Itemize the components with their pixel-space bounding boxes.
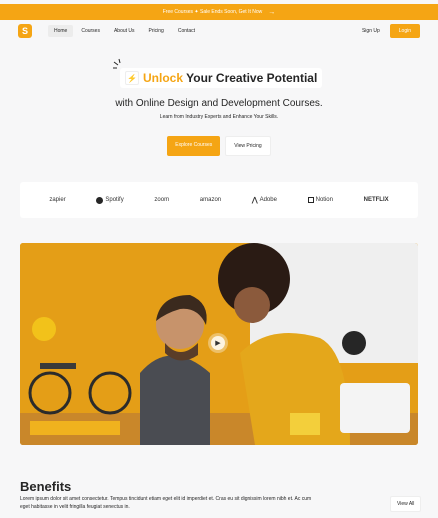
headline-text: Unlock Your Creative Potential (143, 71, 317, 85)
play-icon: ▶ (211, 336, 225, 350)
logo-glyph: S (21, 26, 28, 36)
adobe-icon: ⋀ (251, 197, 258, 204)
lightning-bolt-icon: ⚡ (125, 71, 139, 85)
hero-headline: ⚡ Unlock Your Creative Potential (120, 68, 323, 88)
brand-netflix: NETFLIX (364, 197, 389, 203)
nav-link-courses[interactable]: Courses (75, 25, 106, 37)
notion-icon (307, 197, 314, 203)
nav-link-contact[interactable]: Contact (172, 25, 201, 37)
brand-spotify: Spotify (96, 196, 124, 204)
headline-accent: Unlock (143, 71, 184, 85)
brand-spotify-label: Spotify (105, 197, 124, 203)
brand-adobe: ⋀ Adobe (252, 196, 277, 204)
play-button[interactable]: ▶ (208, 333, 228, 353)
nav-links: Home Courses About Us Pricing Contact (48, 25, 201, 37)
nav-link-about-us[interactable]: About Us (108, 25, 141, 37)
promo-banner-text: Free Courses ✦ Sale Ends Soon, Get It No… (162, 9, 263, 15)
headline-rest: Your Creative Potential (186, 71, 318, 85)
brand-adobe-label: Adobe (259, 197, 277, 203)
brand-notion-label: Notion (315, 197, 333, 203)
hero-description: Learn from Industry Experts and Enhance … (159, 114, 279, 120)
view-pricing-button[interactable]: View Pricing (225, 136, 271, 156)
brand-zapier-label: zapier (49, 197, 66, 203)
sign-up-link[interactable]: Sign Up (362, 28, 380, 34)
brand-netflix-label: NETFLIX (363, 197, 389, 203)
brand-zapier: zapier (49, 197, 65, 203)
logo[interactable]: S (18, 24, 32, 38)
brand-notion: Notion (307, 197, 333, 203)
hero-cta-group: Explore Courses View Pricing (0, 136, 438, 156)
hero-subheadline: with Online Design and Development Cours… (115, 98, 323, 109)
view-all-button[interactable]: View All (390, 496, 422, 512)
benefits-description: Lorem ipsum dolor sit amet consectetur. … (20, 496, 312, 510)
brand-amazon-label: amazon (199, 197, 222, 203)
nav-link-home[interactable]: Home (48, 25, 74, 37)
benefits-title: Benefits (20, 479, 72, 494)
login-button[interactable]: Login (389, 24, 420, 38)
promo-banner[interactable]: Free Courses ✦ Sale Ends Soon, Get It No… (0, 4, 438, 20)
top-nav: S Home Courses About Us Pricing Contact … (18, 23, 420, 39)
brand-zoom: zoom (154, 197, 169, 203)
brand-zoom-label: zoom (154, 197, 170, 203)
brand-amazon: amazon (200, 197, 221, 203)
explore-courses-button[interactable]: Explore Courses (167, 136, 221, 156)
arrow-right-icon: → (268, 8, 276, 16)
brand-logos-strip: zapier Spotify zoom amazon ⋀ Adobe Notion… (20, 182, 418, 218)
spotify-icon (96, 196, 104, 204)
auth-actions: Sign Up Login (362, 24, 420, 38)
nav-link-pricing[interactable]: Pricing (143, 25, 170, 37)
